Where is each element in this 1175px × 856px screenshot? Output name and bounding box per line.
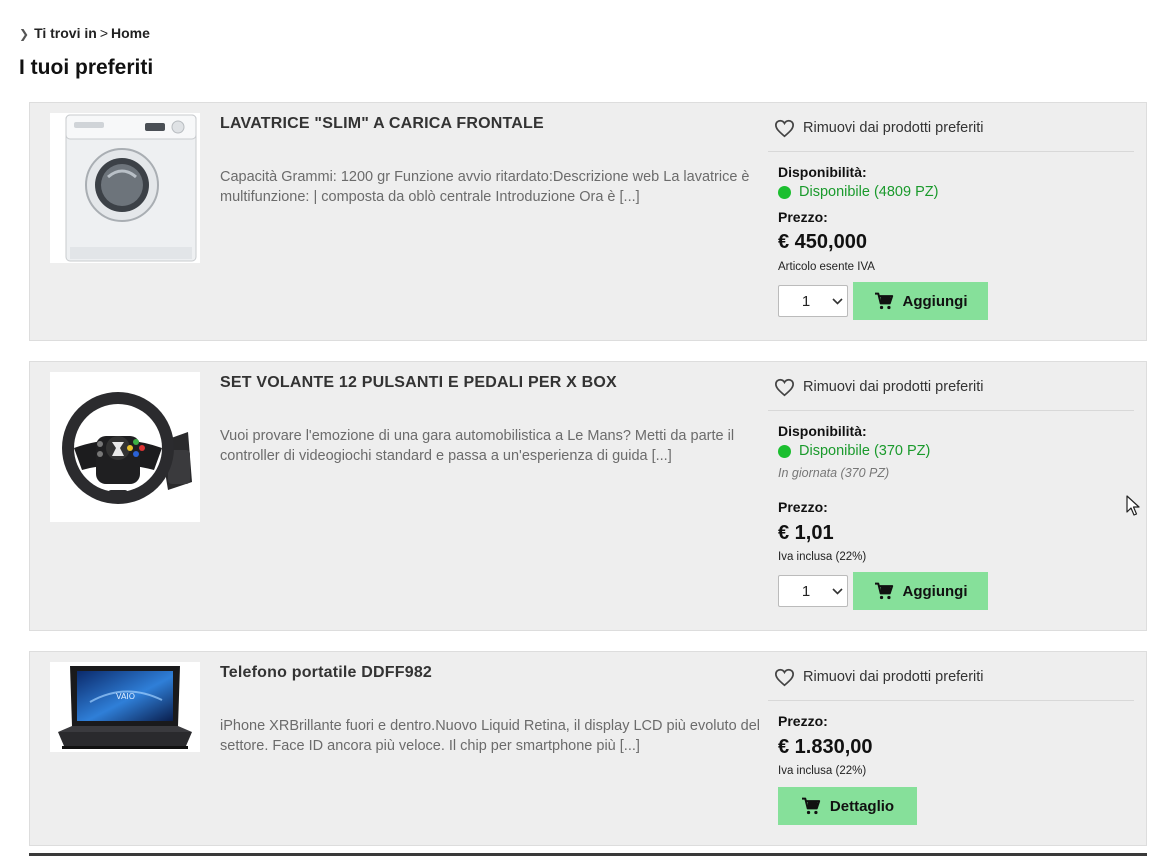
product-price: € 1,01: [778, 522, 834, 544]
divider: [768, 410, 1134, 411]
available-dot-icon: [778, 185, 791, 199]
steering-wheel-icon: [62, 392, 192, 504]
heart-icon: [774, 378, 795, 396]
cart-icon: [874, 582, 893, 600]
add-to-cart-button[interactable]: Aggiungi: [853, 572, 988, 610]
cart-icon: [801, 797, 821, 815]
available-dot-icon: [778, 444, 791, 458]
svg-text:VAIO: VAIO: [116, 692, 135, 701]
tax-note: Articolo esente IVA: [778, 261, 875, 273]
tax-note: Iva inclusa (22%): [778, 551, 867, 563]
add-to-cart-label: Aggiungi: [902, 582, 968, 600]
mouse-pointer-icon: [1126, 495, 1140, 516]
favorite-product-card: LAVATRICE "SLIM" A CARICA FRONTALE Capac…: [29, 102, 1147, 341]
product-image[interactable]: [50, 113, 200, 263]
cart-icon: [874, 292, 893, 310]
quantity-value: 1: [801, 582, 811, 600]
availability-value: Disponibile (4809 PZ): [799, 184, 939, 200]
product-image[interactable]: VAIO: [50, 662, 200, 752]
heart-icon: [774, 668, 795, 686]
product-price: € 1.830,00: [778, 736, 873, 758]
breadcrumb-home-link[interactable]: Home: [111, 25, 150, 41]
details-button[interactable]: Dettaglio: [778, 787, 917, 825]
product-name[interactable]: LAVATRICE "SLIM" A CARICA FRONTALE: [220, 115, 544, 133]
quantity-select[interactable]: 1: [778, 285, 848, 317]
availability-label: Disponibilità:: [778, 164, 867, 180]
price-label: Prezzo:: [778, 499, 828, 515]
breadcrumb-label: Ti trovi in: [34, 25, 97, 41]
quantity-value: 1: [801, 292, 811, 310]
remove-favorite-button[interactable]: Rimuovi dai prodotti preferiti: [774, 666, 984, 688]
availability-value: Disponibile (370 PZ): [799, 443, 931, 459]
add-to-cart-button[interactable]: Aggiungi: [853, 282, 988, 320]
product-description: Vuoi provare l'emozione di una gara auto…: [220, 428, 735, 464]
quantity-select[interactable]: 1: [778, 575, 848, 607]
availability-label: Disponibilità:: [778, 423, 867, 439]
product-price: € 450,000: [778, 231, 867, 253]
product-description: iPhone XRBrillante fuori e dentro.Nuovo …: [220, 718, 761, 754]
divider: [768, 700, 1134, 701]
price-label: Prezzo:: [778, 209, 828, 225]
product-image[interactable]: [50, 372, 200, 522]
price-label: Prezzo:: [778, 713, 828, 729]
availability-status: Disponibile (4809 PZ): [778, 184, 938, 200]
product-name[interactable]: Telefono portatile DDFF982: [220, 664, 432, 682]
availability-today: In giornata (370 PZ): [778, 466, 890, 480]
availability-status: Disponibile (370 PZ): [778, 443, 930, 459]
chevron-down-icon: [827, 576, 847, 606]
heart-icon: [774, 119, 795, 137]
product-name[interactable]: SET VOLANTE 12 PULSANTI E PEDALI PER X B…: [220, 374, 617, 392]
favorite-product-card: VAIO Telefono portatile DDFF982 iPhone X…: [29, 651, 1147, 846]
divider: [768, 151, 1134, 152]
remove-favorite-button[interactable]: Rimuovi dai prodotti preferiti: [774, 376, 984, 398]
remove-favorite-label: Rimuovi dai prodotti preferiti: [803, 120, 984, 136]
washing-machine-icon: [65, 114, 197, 262]
add-to-cart-label: Aggiungi: [902, 292, 968, 310]
remove-favorite-button[interactable]: Rimuovi dai prodotti preferiti: [774, 117, 984, 139]
tax-note: Iva inclusa (22%): [778, 765, 867, 777]
chevron-down-icon: [827, 286, 847, 316]
details-label: Dettaglio: [829, 797, 895, 815]
favorite-product-card: SET VOLANTE 12 PULSANTI E PEDALI PER X B…: [29, 361, 1147, 631]
page-title: I tuoi preferiti: [19, 56, 154, 79]
remove-favorite-label: Rimuovi dai prodotti preferiti: [803, 669, 984, 685]
chevron-right-icon: ❯: [19, 27, 30, 41]
remove-favorite-label: Rimuovi dai prodotti preferiti: [803, 379, 984, 395]
breadcrumb-separator: >: [99, 25, 108, 41]
breadcrumb: ❯ Ti trovi in > Home: [19, 25, 150, 41]
product-description: Capacità Grammi: 1200 gr Funzione avvio …: [220, 169, 750, 205]
laptop-icon: VAIO: [58, 666, 192, 749]
